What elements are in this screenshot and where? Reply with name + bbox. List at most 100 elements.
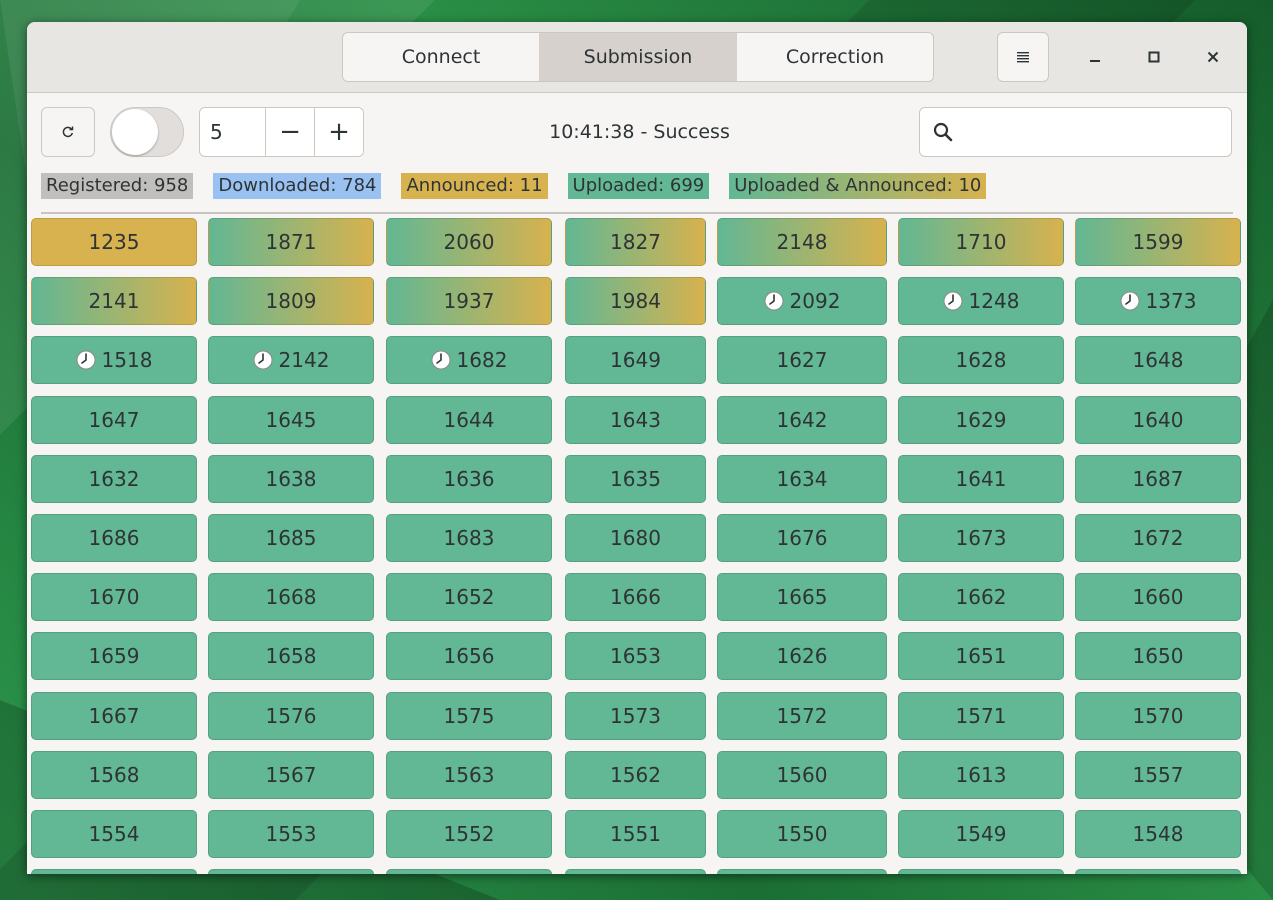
submission-cell-partial[interactable] (717, 869, 887, 874)
submission-cell[interactable]: 1573 (565, 692, 706, 740)
decrement-button[interactable]: − (265, 108, 315, 156)
submission-cell[interactable]: 1827 (565, 218, 706, 266)
submission-cell[interactable]: 2148 (717, 218, 887, 266)
submission-cell[interactable]: 1667 (31, 692, 197, 740)
submission-cell[interactable]: 1984 (565, 277, 706, 325)
submission-cell[interactable]: 1568 (31, 751, 197, 799)
submission-cell[interactable]: 1647 (31, 396, 197, 444)
auto-toggle-switch[interactable] (110, 107, 184, 157)
submission-cell-partial[interactable] (208, 869, 374, 874)
submission-cell[interactable]: 1668 (208, 573, 374, 621)
submission-cell[interactable]: 1613 (898, 751, 1064, 799)
submission-cell[interactable]: 1548 (1075, 810, 1241, 858)
submission-cell[interactable]: 1570 (1075, 692, 1241, 740)
submission-cell[interactable]: 1634 (717, 455, 887, 503)
submission-cell-partial[interactable] (1075, 869, 1241, 874)
submission-cell[interactable]: 1638 (208, 455, 374, 503)
submission-cell[interactable]: 1549 (898, 810, 1064, 858)
submission-cell[interactable]: 2141 (31, 277, 197, 325)
submission-cell[interactable]: 1642 (717, 396, 887, 444)
submission-cell[interactable]: 1665 (717, 573, 887, 621)
submission-cell[interactable]: 1650 (1075, 632, 1241, 680)
submission-cell[interactable]: 1629 (898, 396, 1064, 444)
submission-cell[interactable]: 1645 (208, 396, 374, 444)
submission-cell-partial[interactable] (386, 869, 552, 874)
submission-cell[interactable]: 1659 (31, 632, 197, 680)
submission-cell[interactable]: 1809 (208, 277, 374, 325)
submission-cell[interactable]: 1518 (31, 336, 197, 384)
submission-cell[interactable]: 1567 (208, 751, 374, 799)
submission-cell[interactable]: 1656 (386, 632, 552, 680)
submission-cell[interactable]: 1651 (898, 632, 1064, 680)
submission-cell[interactable]: 1572 (717, 692, 887, 740)
submission-cell-partial[interactable] (565, 869, 706, 874)
submission-cell[interactable]: 1575 (386, 692, 552, 740)
submission-cell[interactable]: 1687 (1075, 455, 1241, 503)
submission-cell[interactable]: 1557 (1075, 751, 1241, 799)
submission-cell[interactable]: 1676 (717, 514, 887, 562)
spin-value[interactable]: 5 (200, 108, 265, 156)
submission-cell[interactable]: 1683 (386, 514, 552, 562)
submission-cell[interactable]: 1635 (565, 455, 706, 503)
submission-cell-partial[interactable] (898, 869, 1064, 874)
submission-cell[interactable]: 1553 (208, 810, 374, 858)
submission-cell[interactable]: 1576 (208, 692, 374, 740)
submission-cell[interactable]: 1666 (565, 573, 706, 621)
submission-cell[interactable]: 1682 (386, 336, 552, 384)
submission-cell[interactable]: 1550 (717, 810, 887, 858)
search-input[interactable] (962, 120, 1231, 144)
submission-cell[interactable]: 1599 (1075, 218, 1241, 266)
submission-cell[interactable]: 1673 (898, 514, 1064, 562)
submission-cell[interactable]: 1643 (565, 396, 706, 444)
submission-cell[interactable]: 1551 (565, 810, 706, 858)
submission-cell[interactable]: 2092 (717, 277, 887, 325)
submission-cell[interactable]: 1248 (898, 277, 1064, 325)
submission-cell[interactable]: 1373 (1075, 277, 1241, 325)
submission-cell[interactable]: 2060 (386, 218, 552, 266)
submission-cell[interactable]: 1632 (31, 455, 197, 503)
submission-cell[interactable]: 1563 (386, 751, 552, 799)
submission-cell[interactable]: 1652 (386, 573, 552, 621)
submission-cell[interactable]: 1562 (565, 751, 706, 799)
submission-cell[interactable]: 1672 (1075, 514, 1241, 562)
submission-cell[interactable]: 1626 (717, 632, 887, 680)
submission-cell[interactable]: 1649 (565, 336, 706, 384)
submission-cell[interactable]: 1648 (1075, 336, 1241, 384)
submission-cell[interactable]: 1871 (208, 218, 374, 266)
submission-cell[interactable]: 1636 (386, 455, 552, 503)
close-button[interactable] (1198, 42, 1228, 72)
submission-cell[interactable]: 1560 (717, 751, 887, 799)
submission-cell[interactable]: 1640 (1075, 396, 1241, 444)
submission-cell[interactable]: 1670 (31, 573, 197, 621)
submission-cell[interactable]: 1658 (208, 632, 374, 680)
submission-cell[interactable]: 1641 (898, 455, 1064, 503)
refresh-button[interactable] (41, 107, 95, 157)
submission-cell[interactable]: 1710 (898, 218, 1064, 266)
submission-cell[interactable]: 1628 (898, 336, 1064, 384)
submission-cell-partial[interactable] (31, 869, 197, 874)
submission-cell[interactable]: 1554 (31, 810, 197, 858)
submission-cell[interactable]: 1660 (1075, 573, 1241, 621)
increment-button[interactable]: + (314, 108, 363, 156)
submission-cell[interactable]: 1662 (898, 573, 1064, 621)
clock-icon (943, 291, 963, 311)
minimize-button[interactable] (1080, 42, 1110, 72)
submission-cell[interactable]: 1685 (208, 514, 374, 562)
submission-id: 1553 (265, 822, 317, 846)
submission-cell[interactable]: 1627 (717, 336, 887, 384)
submission-cell[interactable]: 1552 (386, 810, 552, 858)
submission-cell[interactable]: 1937 (386, 277, 552, 325)
submission-cell[interactable]: 2142 (208, 336, 374, 384)
menu-button[interactable] (997, 32, 1049, 82)
submission-cell[interactable]: 1680 (565, 514, 706, 562)
submission-cell[interactable]: 1571 (898, 692, 1064, 740)
tab-correction[interactable]: Correction (737, 33, 933, 81)
submission-cell[interactable]: 1235 (31, 218, 197, 266)
search-field[interactable] (919, 107, 1232, 157)
submission-cell[interactable]: 1686 (31, 514, 197, 562)
submission-cell[interactable]: 1653 (565, 632, 706, 680)
tab-submission[interactable]: Submission (540, 33, 737, 81)
tab-connect[interactable]: Connect (343, 33, 540, 81)
submission-cell[interactable]: 1644 (386, 396, 552, 444)
maximize-button[interactable] (1139, 42, 1169, 72)
